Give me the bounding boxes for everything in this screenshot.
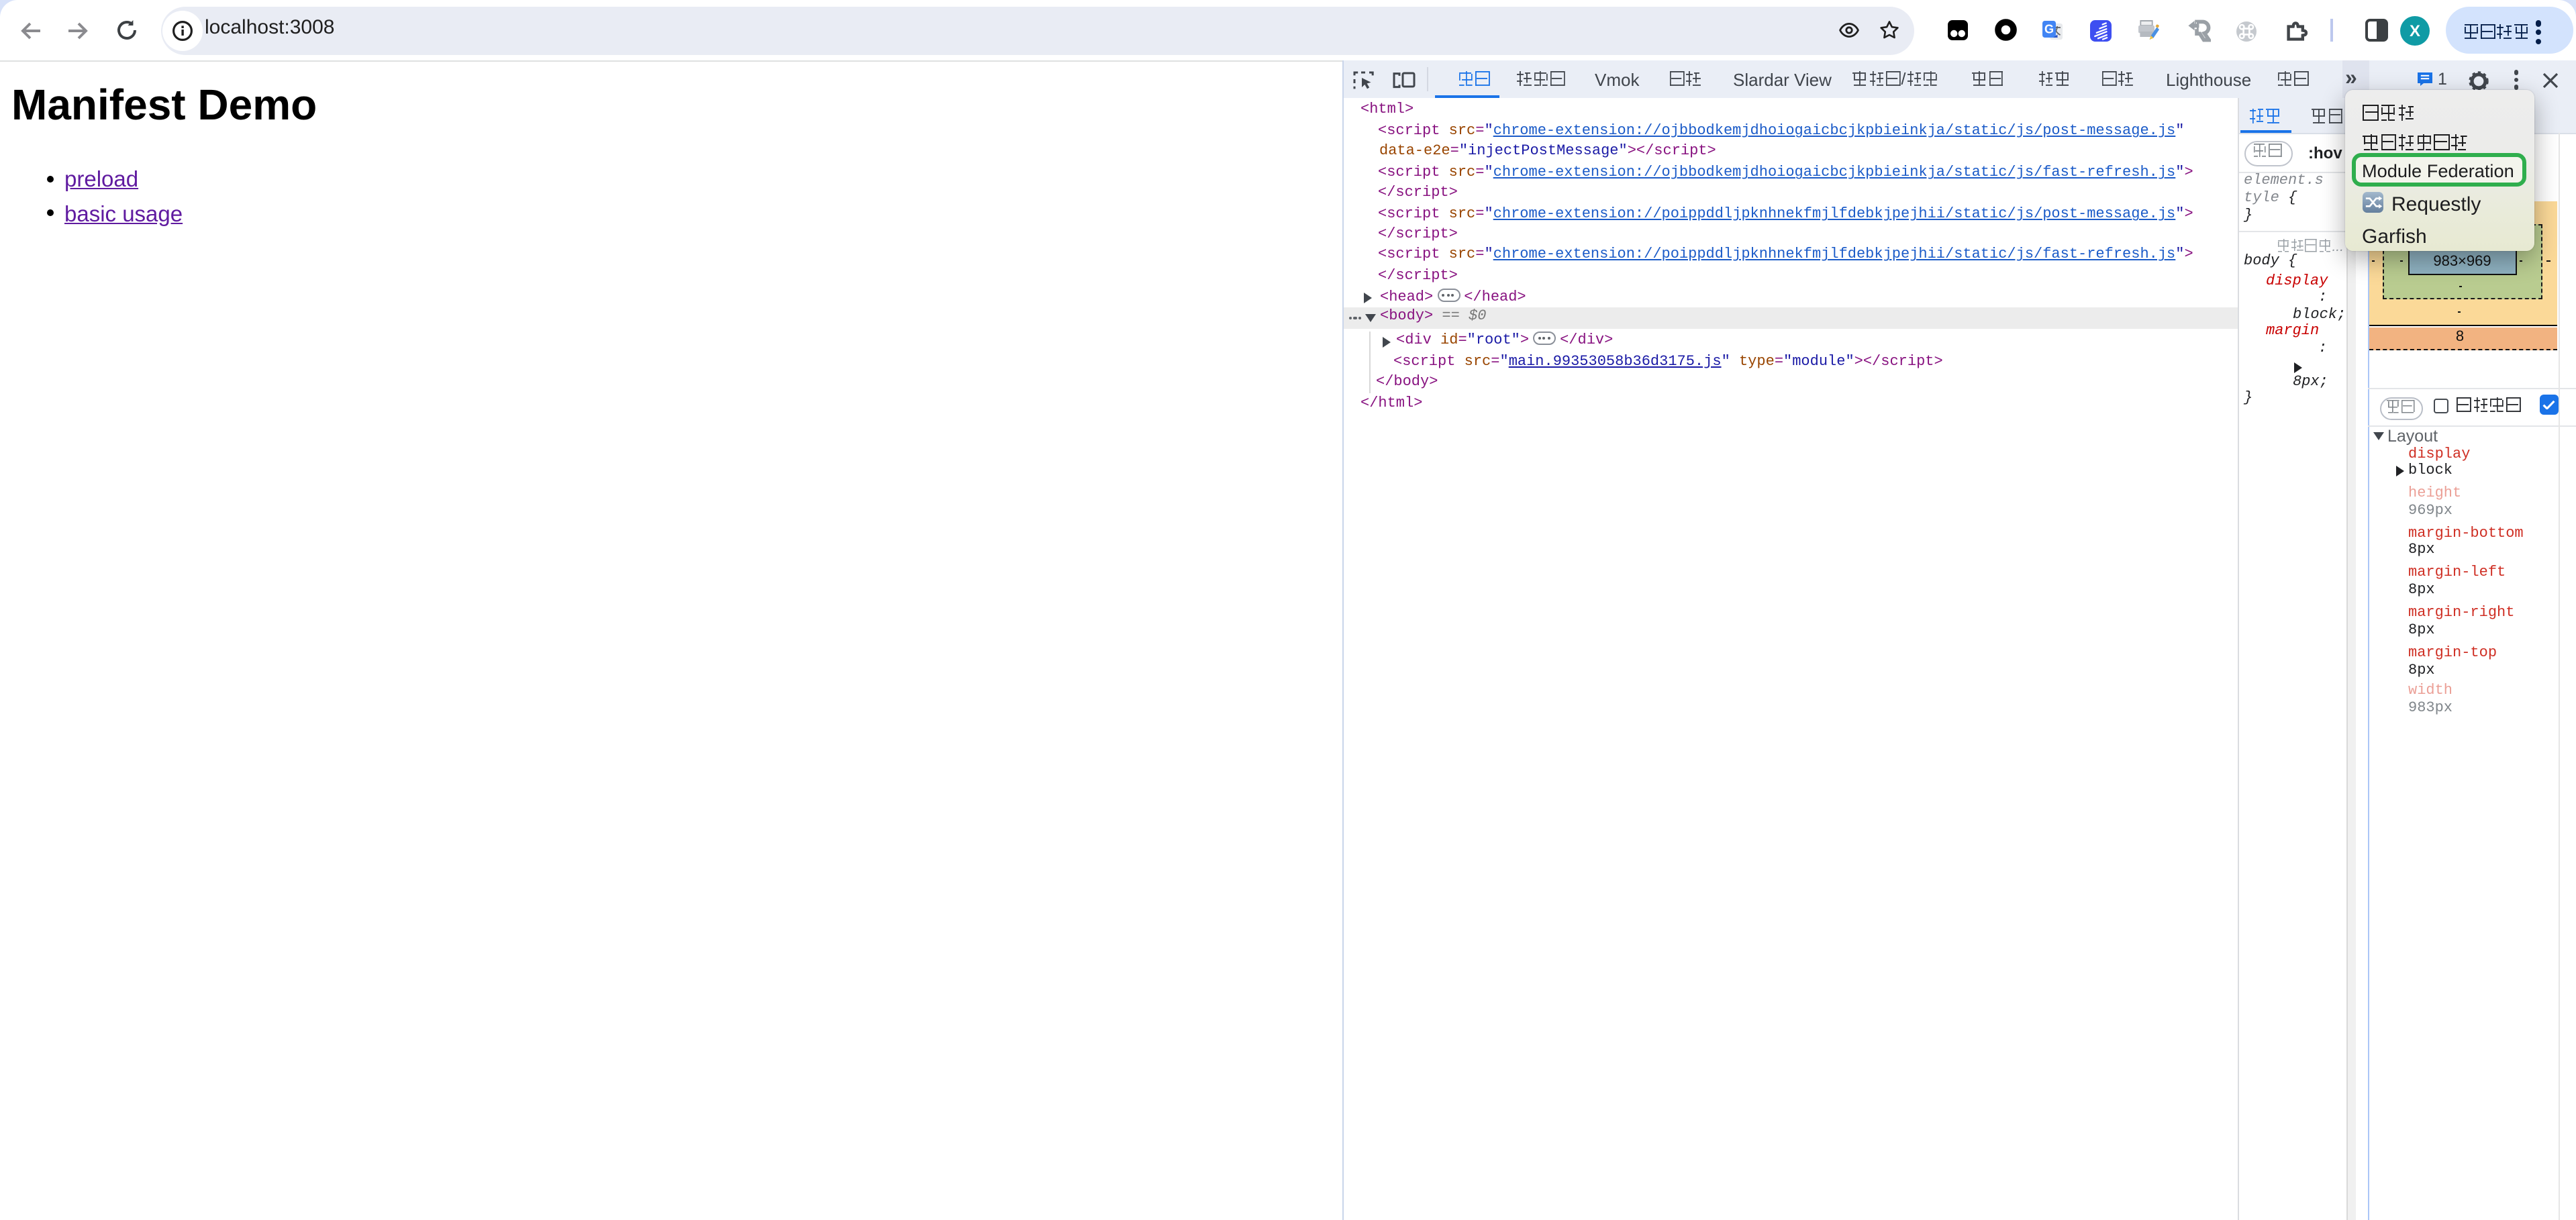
svg-text:G: G — [2044, 22, 2054, 36]
